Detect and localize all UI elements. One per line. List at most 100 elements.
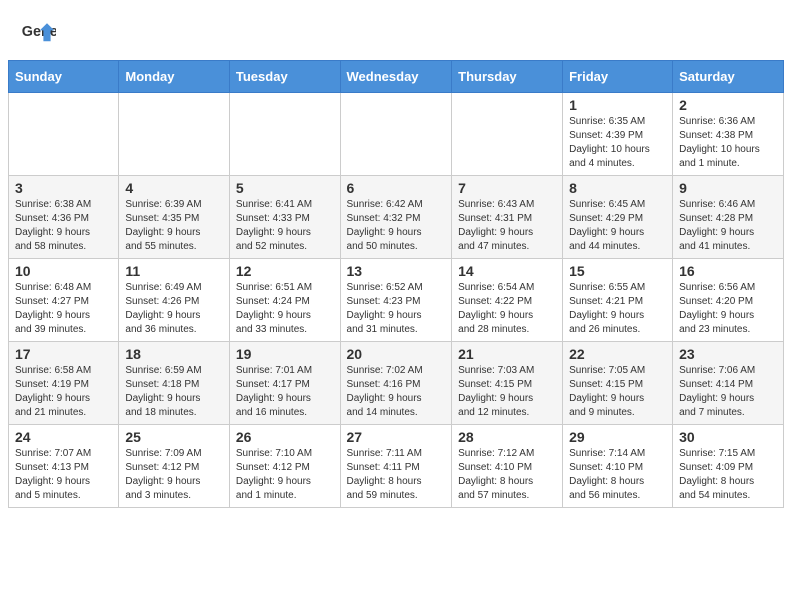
- calendar-cell: 20 Sunrise: 7:02 AM Sunset: 4:16 PM Dayli…: [340, 342, 452, 425]
- day-info: Sunrise: 6:36 AM Sunset: 4:38 PM Dayligh…: [679, 115, 777, 171]
- calendar-cell: [119, 93, 230, 176]
- calendar-cell: 21Sunrise: 7:03 AM Sunset: 4:15 PM Dayli…: [452, 342, 563, 425]
- day-number: 18: [125, 346, 223, 362]
- day-number: 21: [458, 346, 556, 362]
- day-number: 13: [347, 263, 446, 279]
- calendar-header-tuesday: Tuesday: [229, 61, 340, 93]
- calendar-cell: 30 Sunrise: 7:15 AM Sunset: 4:09 PM Dayli…: [673, 425, 784, 508]
- day-number: 30: [679, 429, 777, 445]
- day-number: 14: [458, 263, 556, 279]
- calendar-header-friday: Friday: [563, 61, 673, 93]
- calendar-cell: 6Sunrise: 6:42 AM Sunset: 4:32 PM Daylig…: [340, 176, 452, 259]
- calendar-header-row: SundayMondayTuesdayWednesdayThursdayFrid…: [9, 61, 784, 93]
- calendar-cell: 27 Sunrise: 7:11 AM Sunset: 4:11 PM Dayli…: [340, 425, 452, 508]
- calendar-header-saturday: Saturday: [673, 61, 784, 93]
- day-info: Sunrise: 7:15 AM Sunset: 4:09 PM Dayligh…: [679, 447, 777, 503]
- calendar-week-row: 17 Sunrise: 6:58 AM Sunset: 4:19 PM Dayli…: [9, 342, 784, 425]
- day-info: Sunrise: 6:41 AM Sunset: 4:33 PM Dayligh…: [236, 198, 334, 254]
- day-info: Sunrise: 7:05 AM Sunset: 4:15 PM Dayligh…: [569, 364, 666, 420]
- calendar-cell: 7 Sunrise: 6:43 AM Sunset: 4:31 PM Daylig…: [452, 176, 563, 259]
- day-info: Sunrise: 6:48 AM Sunset: 4:27 PM Dayligh…: [15, 281, 112, 337]
- calendar-week-row: 1 Sunrise: 6:35 AM Sunset: 4:39 PM Daylig…: [9, 93, 784, 176]
- day-number: 28: [458, 429, 556, 445]
- calendar-cell: 17 Sunrise: 6:58 AM Sunset: 4:19 PM Dayli…: [9, 342, 119, 425]
- day-info: Sunrise: 6:52 AM Sunset: 4:23 PM Dayligh…: [347, 281, 446, 337]
- day-number: 26: [236, 429, 334, 445]
- calendar-cell: 22 Sunrise: 7:05 AM Sunset: 4:15 PM Dayli…: [563, 342, 673, 425]
- day-number: 20: [347, 346, 446, 362]
- day-number: 16: [679, 263, 777, 279]
- day-number: 27: [347, 429, 446, 445]
- day-number: 7: [458, 180, 556, 196]
- day-number: 15: [569, 263, 666, 279]
- day-info: Sunrise: 6:55 AM Sunset: 4:21 PM Dayligh…: [569, 281, 666, 337]
- calendar-cell: 25 Sunrise: 7:09 AM Sunset: 4:12 PM Dayli…: [119, 425, 230, 508]
- day-info: Sunrise: 6:58 AM Sunset: 4:19 PM Dayligh…: [15, 364, 112, 420]
- calendar-header-monday: Monday: [119, 61, 230, 93]
- day-number: 5: [236, 180, 334, 196]
- day-number: 17: [15, 346, 112, 362]
- calendar-header-wednesday: Wednesday: [340, 61, 452, 93]
- day-info: Sunrise: 7:12 AM Sunset: 4:10 PM Dayligh…: [458, 447, 556, 503]
- day-number: 1: [569, 97, 666, 113]
- day-number: 23: [679, 346, 777, 362]
- calendar-cell: 28 Sunrise: 7:12 AM Sunset: 4:10 PM Dayli…: [452, 425, 563, 508]
- day-info: Sunrise: 6:56 AM Sunset: 4:20 PM Dayligh…: [679, 281, 777, 337]
- day-info: Sunrise: 7:02 AM Sunset: 4:16 PM Dayligh…: [347, 364, 446, 420]
- calendar-cell: [452, 93, 563, 176]
- day-info: Sunrise: 6:43 AM Sunset: 4:31 PM Dayligh…: [458, 198, 556, 254]
- day-info: Sunrise: 6:39 AM Sunset: 4:35 PM Dayligh…: [125, 198, 223, 254]
- calendar-cell: 8Sunrise: 6:45 AM Sunset: 4:29 PM Daylig…: [563, 176, 673, 259]
- calendar-cell: 16 Sunrise: 6:56 AM Sunset: 4:20 PM Dayli…: [673, 259, 784, 342]
- day-info: Sunrise: 6:51 AM Sunset: 4:24 PM Dayligh…: [236, 281, 334, 337]
- day-info: Sunrise: 7:14 AM Sunset: 4:10 PM Dayligh…: [569, 447, 666, 503]
- calendar-cell: 23 Sunrise: 7:06 AM Sunset: 4:14 PM Dayli…: [673, 342, 784, 425]
- calendar-cell: 26Sunrise: 7:10 AM Sunset: 4:12 PM Dayli…: [229, 425, 340, 508]
- calendar-cell: 18 Sunrise: 6:59 AM Sunset: 4:18 PM Dayli…: [119, 342, 230, 425]
- day-number: 25: [125, 429, 223, 445]
- calendar-cell: 14 Sunrise: 6:54 AM Sunset: 4:22 PM Dayli…: [452, 259, 563, 342]
- calendar-cell: 9 Sunrise: 6:46 AM Sunset: 4:28 PM Daylig…: [673, 176, 784, 259]
- calendar-cell: 12Sunrise: 6:51 AM Sunset: 4:24 PM Dayli…: [229, 259, 340, 342]
- calendar-header-sunday: Sunday: [9, 61, 119, 93]
- day-number: 8: [569, 180, 666, 196]
- calendar-cell: 13 Sunrise: 6:52 AM Sunset: 4:23 PM Dayli…: [340, 259, 452, 342]
- day-number: 24: [15, 429, 112, 445]
- calendar-cell: 2 Sunrise: 6:36 AM Sunset: 4:38 PM Daylig…: [673, 93, 784, 176]
- day-number: 29: [569, 429, 666, 445]
- day-info: Sunrise: 6:35 AM Sunset: 4:39 PM Dayligh…: [569, 115, 666, 171]
- day-number: 4: [125, 180, 223, 196]
- day-info: Sunrise: 7:11 AM Sunset: 4:11 PM Dayligh…: [347, 447, 446, 503]
- day-info: Sunrise: 6:46 AM Sunset: 4:28 PM Dayligh…: [679, 198, 777, 254]
- calendar-header-thursday: Thursday: [452, 61, 563, 93]
- calendar-cell: 29 Sunrise: 7:14 AM Sunset: 4:10 PM Dayli…: [563, 425, 673, 508]
- day-number: 19: [236, 346, 334, 362]
- logo-icon: General: [20, 16, 56, 52]
- day-number: 10: [15, 263, 112, 279]
- calendar-week-row: 24 Sunrise: 7:07 AM Sunset: 4:13 PM Dayli…: [9, 425, 784, 508]
- day-number: 9: [679, 180, 777, 196]
- calendar-cell: 3Sunrise: 6:38 AM Sunset: 4:36 PM Daylig…: [9, 176, 119, 259]
- calendar-cell: 1 Sunrise: 6:35 AM Sunset: 4:39 PM Daylig…: [563, 93, 673, 176]
- header: General: [0, 0, 792, 60]
- calendar-cell: 15 Sunrise: 6:55 AM Sunset: 4:21 PM Dayli…: [563, 259, 673, 342]
- logo: General: [20, 16, 60, 52]
- calendar-cell: 10 Sunrise: 6:48 AM Sunset: 4:27 PM Dayli…: [9, 259, 119, 342]
- day-number: 22: [569, 346, 666, 362]
- calendar-week-row: 10 Sunrise: 6:48 AM Sunset: 4:27 PM Dayli…: [9, 259, 784, 342]
- day-number: 2: [679, 97, 777, 113]
- day-info: Sunrise: 7:07 AM Sunset: 4:13 PM Dayligh…: [15, 447, 112, 503]
- day-info: Sunrise: 6:59 AM Sunset: 4:18 PM Dayligh…: [125, 364, 223, 420]
- calendar-cell: 4 Sunrise: 6:39 AM Sunset: 4:35 PM Daylig…: [119, 176, 230, 259]
- day-number: 11: [125, 263, 223, 279]
- day-info: Sunrise: 6:54 AM Sunset: 4:22 PM Dayligh…: [458, 281, 556, 337]
- calendar-cell: 5 Sunrise: 6:41 AM Sunset: 4:33 PM Daylig…: [229, 176, 340, 259]
- calendar-cell: [340, 93, 452, 176]
- day-info: Sunrise: 6:49 AM Sunset: 4:26 PM Dayligh…: [125, 281, 223, 337]
- day-info: Sunrise: 7:01 AM Sunset: 4:17 PM Dayligh…: [236, 364, 334, 420]
- day-info: Sunrise: 7:09 AM Sunset: 4:12 PM Dayligh…: [125, 447, 223, 503]
- calendar-cell: 11 Sunrise: 6:49 AM Sunset: 4:26 PM Dayli…: [119, 259, 230, 342]
- day-info: Sunrise: 7:06 AM Sunset: 4:14 PM Dayligh…: [679, 364, 777, 420]
- day-info: Sunrise: 6:38 AM Sunset: 4:36 PM Dayligh…: [15, 198, 112, 254]
- day-info: Sunrise: 6:42 AM Sunset: 4:32 PM Dayligh…: [347, 198, 446, 254]
